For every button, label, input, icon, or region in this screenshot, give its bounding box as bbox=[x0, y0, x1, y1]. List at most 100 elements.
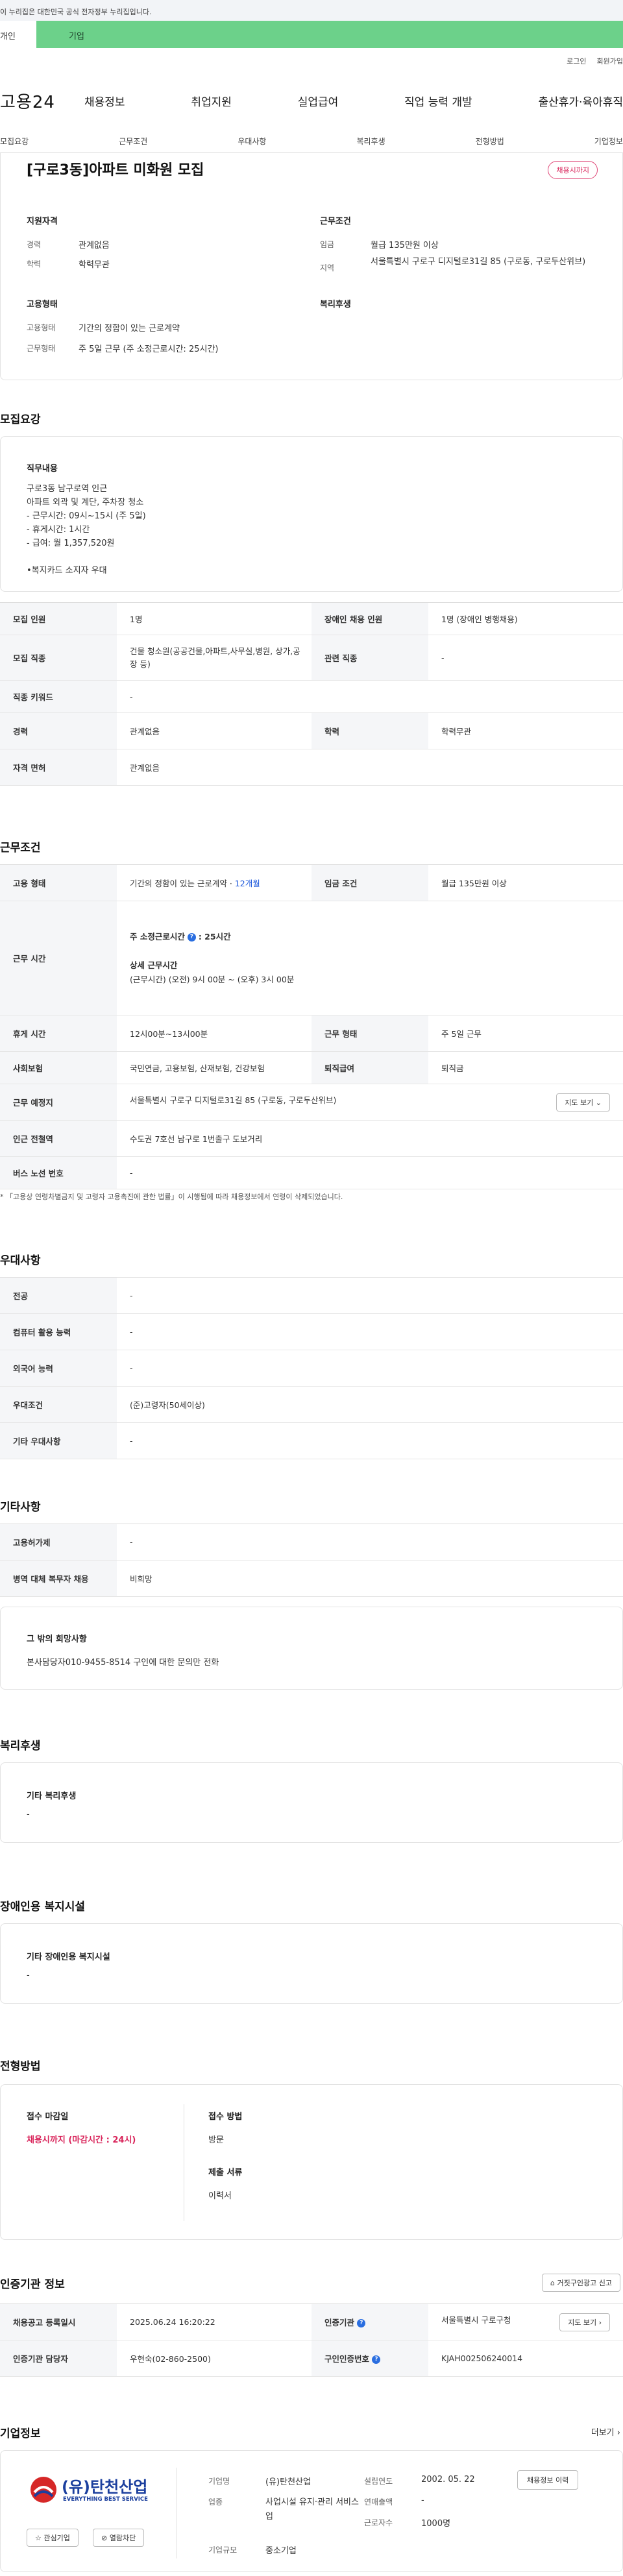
gnb-item-parental-leave[interactable]: 출산휴가·육아휴직 bbox=[538, 93, 623, 109]
table-th: 버스 노선 번호 bbox=[0, 1156, 117, 1189]
site-logo[interactable]: 고용24 bbox=[0, 89, 78, 113]
anchor-tab-recruit[interactable]: 모집요강 bbox=[0, 136, 29, 147]
company-logo-text: (유)탄천산업 bbox=[62, 2478, 148, 2496]
question-icon[interactable]: ? bbox=[187, 932, 196, 942]
duty-line: 구로3동 남구로역 인근 bbox=[27, 484, 108, 494]
table-cell: - bbox=[117, 1313, 623, 1350]
table-cell: - bbox=[428, 635, 623, 681]
company-staff-label: 근로자수 bbox=[364, 2518, 393, 2527]
edu-value: 학력무관 bbox=[79, 260, 110, 270]
login-link[interactable]: 로그인 bbox=[567, 56, 586, 66]
table-th: 고용허가제 bbox=[0, 1524, 117, 1561]
pref-table: 전공 - 컴퓨터 활용 능력 - 외국어 능력 - 우대조건 (준)고령자(50세이상)… bbox=[0, 1277, 623, 1459]
tab-company[interactable]: 기업 bbox=[36, 21, 623, 48]
work-table: 고용 형태 기간의 정함이 있는 근로계약 · 12개월 임금 조건 월급 13… bbox=[0, 864, 623, 1189]
table-th: 인증기관 담당자 bbox=[0, 2340, 117, 2377]
company-year-label: 설립연도 bbox=[364, 2477, 393, 2486]
anchor-tab-screening[interactable]: 전형방법 bbox=[476, 136, 504, 147]
tab-personal[interactable]: 개인 bbox=[0, 21, 36, 48]
docs-value: 이력서 bbox=[208, 2191, 232, 2201]
anchor-tab-company[interactable]: 기업정보 bbox=[594, 136, 623, 147]
etc-heading: 기타사항 bbox=[0, 1501, 41, 1514]
table-cell: 기간의 정함이 있는 근로계약 · 12개월 bbox=[117, 864, 312, 901]
table-th: 근무 형태 bbox=[312, 1015, 428, 1052]
method-value: 방문 bbox=[208, 2135, 224, 2145]
emp-value: 기간의 정함이 있는 근로계약 bbox=[79, 324, 180, 334]
edu-label: 학력 bbox=[27, 260, 42, 269]
career-label: 경력 bbox=[27, 240, 42, 249]
emp-title: 고용형태 bbox=[27, 300, 58, 310]
gnb-item-employment-support[interactable]: 취업지원 bbox=[191, 93, 232, 109]
screening-heading: 전형방법 bbox=[0, 2060, 41, 2073]
company-sales-value: - bbox=[421, 2496, 424, 2505]
deadline-badge: 채용시까지 bbox=[548, 161, 598, 179]
cond-title: 근무조건 bbox=[320, 217, 351, 226]
table-cell: 월급 135만원 이상 bbox=[428, 864, 623, 901]
map-button-label: 지도 보기 bbox=[565, 1098, 594, 1107]
cert-map-button[interactable]: 지도 보기 › bbox=[559, 2313, 610, 2331]
welfare-title: 복리후생 bbox=[320, 300, 351, 310]
work-heading: 근무조건 bbox=[0, 842, 41, 855]
career-value: 관계없음 bbox=[79, 241, 110, 250]
gnb-item-jobs[interactable]: 채용정보 bbox=[84, 93, 125, 109]
welfare-heading: 복리후생 bbox=[0, 1740, 41, 1753]
worktype-label: 근무형태 bbox=[27, 344, 56, 353]
anchor-tab-preference[interactable]: 우대사항 bbox=[238, 136, 266, 147]
table-th: 퇴직급여 bbox=[312, 1051, 428, 1084]
job-history-button[interactable]: 채용정보 이력 bbox=[517, 2470, 579, 2490]
question-icon[interactable]: ? bbox=[372, 2355, 381, 2364]
table-th: 근무 시간 bbox=[0, 901, 117, 1015]
company-staff-value: 1000명 bbox=[421, 2519, 451, 2529]
screening-card: 접수 마감일 채용시까지 (마감시간 : 24시) 접수 방법 방문 제출 서류… bbox=[0, 2084, 623, 2240]
cert-heading: 인증기관 정보 bbox=[0, 2278, 65, 2291]
worktype-value: 주 5일 근무 (주 소정근로시간: 25시간) bbox=[79, 345, 219, 354]
table-th: 임금 조건 bbox=[312, 864, 428, 901]
cert-no-label: 구인인증번호 bbox=[324, 2354, 370, 2364]
company-name-value: (유)탄천산업 bbox=[265, 2477, 311, 2487]
table-cell: 수도권 7호선 남구로 1번출구 도보거리 bbox=[117, 1120, 623, 1157]
anchor-tab-conditions[interactable]: 근무조건 bbox=[119, 136, 147, 147]
gnb-item-unemployment-benefit[interactable]: 실업급여 bbox=[298, 93, 339, 109]
duty-line: - 휴게시간: 1시간 bbox=[27, 525, 90, 535]
wage-label: 임금 bbox=[320, 240, 335, 249]
age-footnote: * 「고용상 연령차별금지 및 고령자 고용촉진에 관한 법률」이 시행됨에 따… bbox=[0, 1193, 343, 1201]
table-th: 컴퓨터 활용 능력 bbox=[0, 1313, 117, 1350]
favorite-company-button[interactable]: ☆ 관심기업 bbox=[27, 2529, 79, 2547]
disab-box-title: 기타 장애인용 복지시설 bbox=[27, 1952, 110, 1962]
table-th: 인증기관 ? bbox=[312, 2303, 428, 2340]
qual-title: 지원자격 bbox=[27, 217, 58, 226]
table-th: 관련 직종 bbox=[312, 635, 428, 681]
table-cell: 관계없음 bbox=[117, 712, 312, 749]
table-th: 우대조건 bbox=[0, 1386, 117, 1423]
anchor-tab-welfare[interactable]: 복리후생 bbox=[356, 136, 385, 147]
table-cell: 서울특별시 구로구 디지털로31길 85 (구로동, 구로두산위브) 지도 보기… bbox=[117, 1084, 623, 1121]
question-icon[interactable]: ? bbox=[357, 2319, 366, 2327]
chevron-down-icon: ⌄ bbox=[595, 1098, 602, 1107]
gnb-item-training[interactable]: 직업 능력 개발 bbox=[404, 93, 472, 109]
table-cell: 비희망 bbox=[117, 1560, 623, 1597]
block-view-button[interactable]: ⊘ 열람차단 bbox=[93, 2529, 145, 2547]
duty-title: 직무내용 bbox=[27, 464, 58, 474]
user-type-tabs: 개인 기업 bbox=[0, 21, 623, 48]
cert-table: 채용공고 등록일시 2025.06.24 16:20:22 인증기관 ? 서울특… bbox=[0, 2303, 623, 2377]
duty-line: 아파트 외곽 및 계단, 주차장 청소 bbox=[27, 498, 144, 507]
etc-box-text: 본사담당자010-9455-8514 구인에 대한 문의만 전화 bbox=[27, 1658, 219, 1668]
company-more-link[interactable]: 더보기 › bbox=[591, 2425, 620, 2438]
duty-text: 구로3동 남구로역 인근 아파트 외곽 및 계단, 주차장 청소 - 근무시간:… bbox=[27, 482, 146, 577]
chevron-right-icon: › bbox=[617, 2428, 620, 2438]
table-cell: 건물 청소원(공공건물,아파트,사무실,병원, 상가,공장 등) bbox=[117, 635, 312, 681]
map-button[interactable]: 지도 보기 ⌄ bbox=[556, 1093, 610, 1112]
detail-hours-value: (근무시간) (오전) 9시 00분 ~ (오후) 3시 00분 bbox=[130, 974, 295, 984]
report-button[interactable]: ⌂ 거짓구인광고 신고 bbox=[542, 2274, 620, 2292]
company-more-label: 더보기 bbox=[591, 2428, 615, 2438]
region-label: 지역 bbox=[320, 263, 335, 273]
block-icon: ⊘ bbox=[101, 2534, 108, 2542]
workplace-value: 서울특별시 구로구 디지털로31길 85 (구로동, 구로두산위브) bbox=[130, 1095, 337, 1105]
recruit-table: 모집 인원 1명 장애인 채용 인원 1명 (장애인 병행채용) 모집 직종 건… bbox=[0, 602, 623, 786]
join-link[interactable]: 회원가입 bbox=[597, 56, 623, 66]
table-cell: (준)고령자(50세이상) bbox=[117, 1386, 623, 1423]
deadline-title: 접수 마감일 bbox=[27, 2112, 69, 2122]
emp-months-value: 12개월 bbox=[234, 879, 260, 888]
company-logo: (유)탄천산업 EVERYTHING BEST SERVICE bbox=[29, 2473, 153, 2512]
